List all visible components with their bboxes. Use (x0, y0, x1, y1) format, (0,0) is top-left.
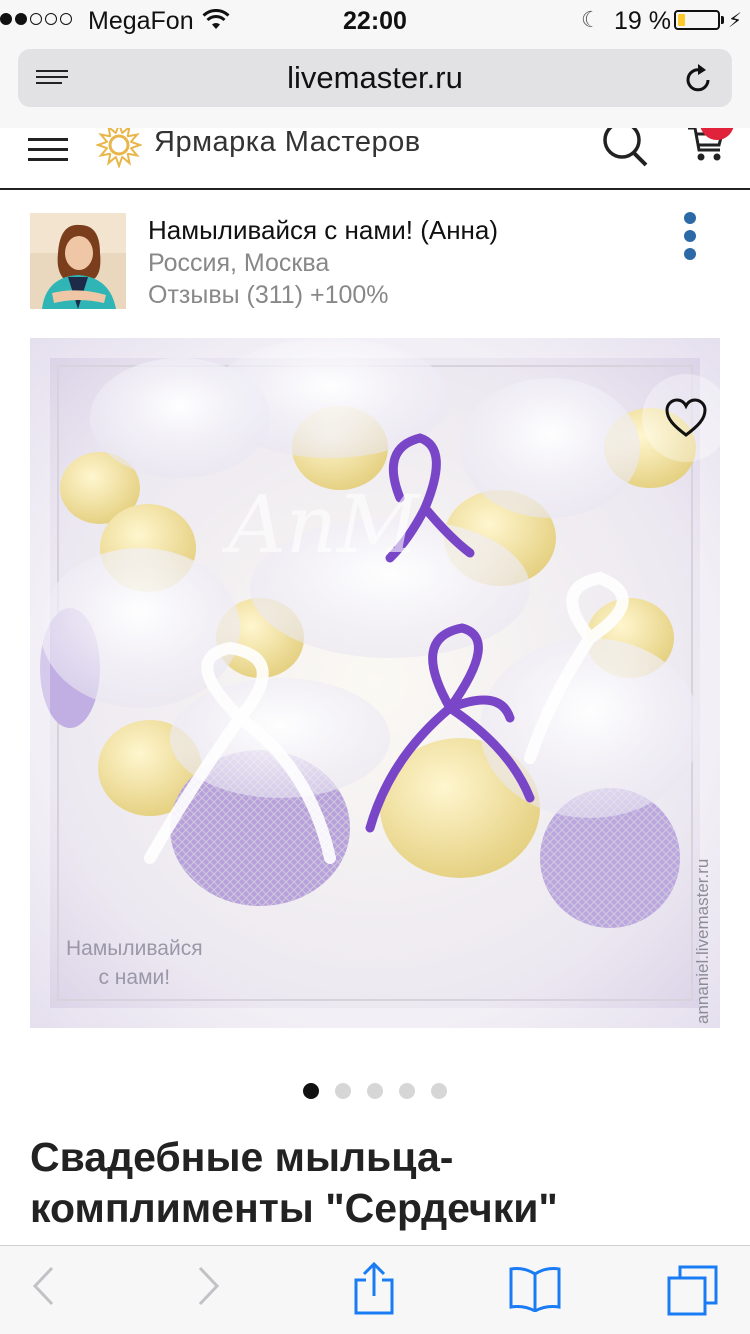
logo-sun-icon[interactable] (96, 128, 142, 168)
seller-card: Намыливайся с нами! (Анна) Россия, Москв… (0, 192, 750, 332)
address-bar[interactable]: livemaster.ru (18, 49, 732, 107)
share-icon[interactable] (352, 1262, 396, 1316)
more-options-icon[interactable] (680, 212, 700, 262)
battery-nub (721, 16, 724, 24)
carousel-pager[interactable] (0, 1083, 750, 1099)
browser-address-area: livemaster.ru (0, 40, 750, 128)
site-logo-text[interactable]: Ярмарка Мастеров (154, 128, 421, 159)
heart-icon[interactable] (664, 398, 708, 438)
photo-script-watermark: AnM (228, 478, 420, 571)
photo-side-watermark: annaniel.livemaster.ru (693, 858, 712, 1024)
seller-avatar[interactable] (30, 213, 126, 309)
do-not-disturb-moon-icon: ☾ (581, 7, 601, 32)
carousel-dot[interactable] (303, 1083, 319, 1099)
product-title: Свадебные мыльца-комплименты "Сердечки" (30, 1134, 558, 1231)
site-header: Ярмарка Мастеров (0, 128, 750, 190)
url-text[interactable]: livemaster.ru (18, 60, 732, 96)
search-icon[interactable] (600, 128, 650, 170)
battery-percent: 19 % (614, 7, 671, 35)
carousel-dot[interactable] (431, 1083, 447, 1099)
photo-overlay-text: Намыливайся с нами! (66, 934, 203, 992)
seller-reviews[interactable]: Отзывы (311) +100% (148, 281, 389, 310)
photo-overlay-line1: Намыливайся (66, 937, 203, 960)
forward-arrow-icon[interactable] (196, 1264, 222, 1308)
charging-bolt-icon: ⚡ (728, 10, 743, 32)
hamburger-menu-icon[interactable] (28, 132, 68, 164)
status-bar: MegaFon 22:00 ☾ 19 % ⚡ (0, 0, 750, 40)
photo-overlay-line2: с нами! (98, 966, 171, 989)
carousel-dot[interactable] (367, 1083, 383, 1099)
carousel-dot[interactable] (335, 1083, 351, 1099)
back-arrow-icon[interactable] (30, 1264, 56, 1308)
browser-toolbar (0, 1245, 750, 1334)
favorite-button[interactable] (642, 374, 720, 462)
product-photo-illustration (30, 338, 720, 1028)
product-photo[interactable]: AnM Намыливайся с нами! annaniel.livemas… (30, 338, 720, 1028)
battery-icon (674, 10, 720, 30)
reload-icon[interactable] (684, 62, 714, 94)
tabs-icon[interactable] (666, 1264, 720, 1316)
seller-name[interactable]: Намыливайся с нами! (Анна) (148, 215, 498, 246)
bookmarks-icon[interactable] (508, 1264, 562, 1312)
carousel-dot[interactable] (399, 1083, 415, 1099)
seller-location: Россия, Москва (148, 249, 330, 277)
